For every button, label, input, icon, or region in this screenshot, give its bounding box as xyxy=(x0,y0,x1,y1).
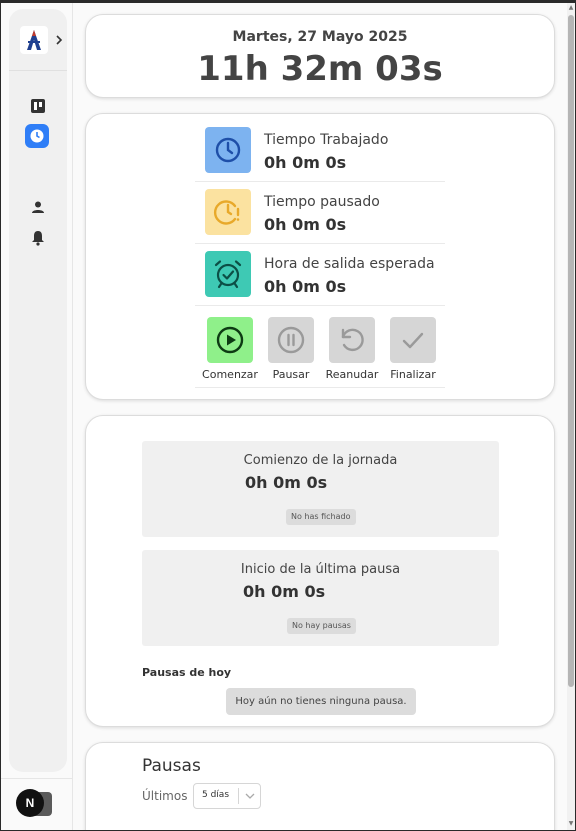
current-time: 11h 32m 03s xyxy=(197,49,443,89)
scroll-thumb[interactable] xyxy=(568,15,574,687)
workday-start-box: Comienzo de la jornada 0h 0m 0s No has f… xyxy=(142,441,499,537)
avatar: N xyxy=(16,789,44,817)
last-pause-box: Inicio de la última pausa 0h 0m 0s No ha… xyxy=(142,550,499,646)
check-icon[interactable] xyxy=(390,317,436,363)
sidebar: N xyxy=(0,0,73,831)
pause-icon[interactable] xyxy=(268,317,314,363)
sidebar-bottom-divider xyxy=(0,778,73,779)
stat-label: Hora de salida esperada xyxy=(264,256,435,272)
clock-icon xyxy=(205,127,251,173)
clock-card: Martes, 27 Mayo 2025 11h 32m 03s xyxy=(85,14,555,98)
stat-value: 0h 0m 0s xyxy=(264,277,347,296)
scrollbar[interactable]: ▲ ▼ xyxy=(567,3,575,830)
sidebar-divider xyxy=(9,70,67,71)
bell-icon[interactable] xyxy=(26,226,50,250)
timer-card: Tiempo Trabajado 0h 0m 0s Tiempo pausado… xyxy=(85,113,555,400)
last-pause-title: Inicio de la última pausa xyxy=(240,562,401,577)
pauses-today-heading: Pausas de hoy xyxy=(142,666,232,679)
chevron-down-icon[interactable] xyxy=(242,788,258,804)
resume-label: Reanudar xyxy=(325,368,379,381)
stat-label: Tiempo pausado xyxy=(264,194,380,210)
days-filter-value: 5 días xyxy=(202,790,230,800)
play-icon[interactable] xyxy=(207,317,253,363)
alarm-check-icon xyxy=(205,251,251,297)
user-avatar-button[interactable]: N xyxy=(16,789,52,819)
pauses-filter-label: Últimos xyxy=(142,789,188,803)
finish-label: Finalizar xyxy=(390,368,436,381)
pause-button[interactable]: Pausar xyxy=(261,306,321,381)
last-pause-value: 0h 0m 0s xyxy=(243,582,326,601)
workday-start-value: 0h 0m 0s xyxy=(245,473,328,492)
rotate-ccw-icon[interactable] xyxy=(329,317,375,363)
scroll-down-icon[interactable]: ▼ xyxy=(568,821,574,827)
clock-icon[interactable] xyxy=(25,124,49,148)
stat-paused-time: Tiempo pausado 0h 0m 0s xyxy=(195,182,445,244)
current-date: Martes, 27 Mayo 2025 xyxy=(232,29,408,45)
pauses-today-empty: Hoy aún no tienes ninguna pausa. xyxy=(226,688,416,715)
user-icon[interactable] xyxy=(26,195,50,219)
start-label: Comenzar xyxy=(202,368,258,381)
select-divider xyxy=(238,788,239,804)
finish-button[interactable]: Finalizar xyxy=(383,306,443,381)
resume-button[interactable]: Reanudar xyxy=(322,306,382,381)
stat-value: 0h 0m 0s xyxy=(264,153,347,172)
app-logo[interactable] xyxy=(20,26,48,54)
pauses-card: Pausas Últimos 5 días xyxy=(85,742,555,831)
status-badge: No has fichado xyxy=(286,509,356,525)
stat-label: Tiempo Trabajado xyxy=(264,132,389,148)
timer-actions: Comenzar Pausar Reanudar Finalizar xyxy=(195,306,445,388)
workday-start-title: Comienzo de la jornada xyxy=(243,453,398,468)
workday-card: Comienzo de la jornada 0h 0m 0s No has f… xyxy=(85,415,555,727)
stat-expected-exit: Hora de salida esperada 0h 0m 0s xyxy=(195,244,445,306)
stat-worked-time: Tiempo Trabajado 0h 0m 0s xyxy=(195,120,445,182)
pause-label: Pausar xyxy=(272,368,310,381)
stat-value: 0h 0m 0s xyxy=(264,215,347,234)
days-filter-select[interactable]: 5 días xyxy=(193,783,261,809)
status-badge: No hay pausas xyxy=(287,618,356,634)
sidebar-panel xyxy=(9,9,67,772)
clock-alert-icon xyxy=(205,189,251,235)
start-button[interactable]: Comenzar xyxy=(200,306,260,381)
sidebar-expand-chevron-icon[interactable] xyxy=(53,30,65,50)
kanban-board-icon[interactable] xyxy=(26,94,50,118)
pauses-title: Pausas xyxy=(142,756,201,776)
scroll-up-icon[interactable]: ▲ xyxy=(568,5,574,11)
